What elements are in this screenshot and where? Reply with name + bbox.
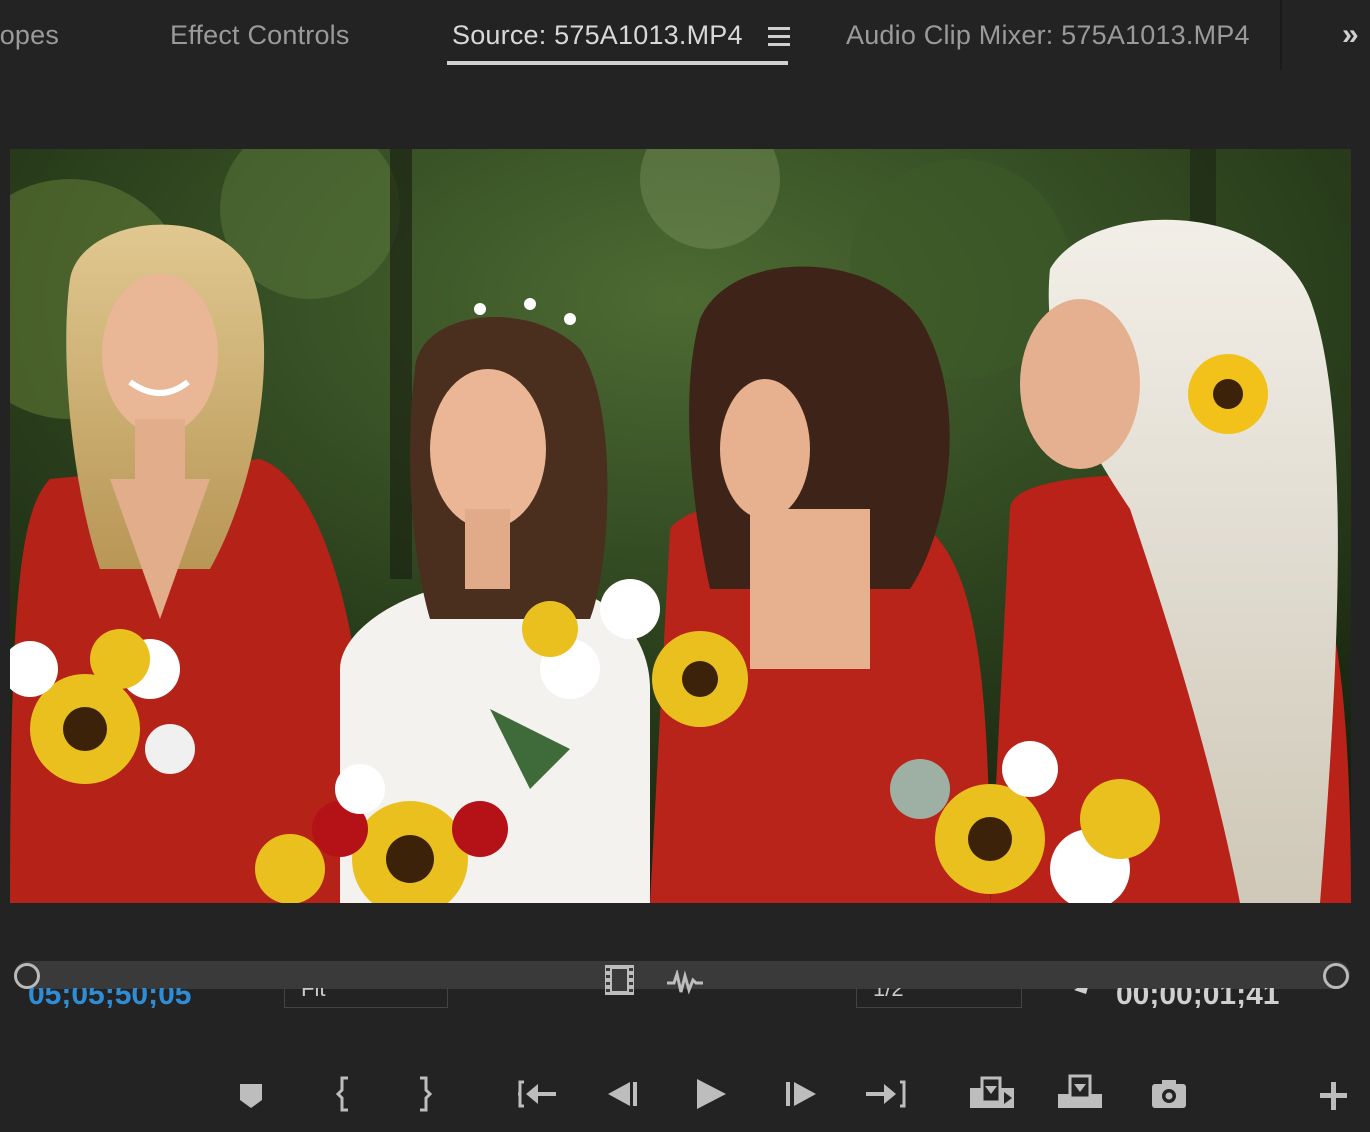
panel-tab-bar: copes Effect Controls Source: 575A1013.M… [0, 0, 1370, 70]
mark-in-icon[interactable] [336, 1074, 352, 1114]
fit-dropdown[interactable]: Fit [284, 988, 448, 1008]
insert-icon[interactable] [968, 1074, 1016, 1114]
hamburger-menu-icon[interactable] [768, 27, 790, 47]
duration-timecode: 00;00;01;41 [1116, 988, 1280, 1008]
play-icon[interactable] [694, 1074, 728, 1114]
source-monitor-video-frame[interactable] [10, 149, 1351, 903]
tab-audio-clip-mixer[interactable]: Audio Clip Mixer: 575A1013.MP4 [846, 20, 1250, 51]
button-editor-plus-icon[interactable] [1318, 1074, 1350, 1114]
go-to-out-icon[interactable] [866, 1074, 906, 1114]
tab-effect-controls[interactable]: Effect Controls [170, 20, 350, 51]
drag-video-only-icon[interactable] [604, 964, 635, 996]
step-forward-icon[interactable] [784, 1074, 818, 1114]
tab-source[interactable]: Source: 575A1013.MP4 [452, 20, 743, 51]
export-frame-icon[interactable] [1150, 1074, 1188, 1114]
chevron-double-right-icon[interactable]: » [1342, 18, 1359, 52]
scroll-bar-left-handle[interactable] [14, 963, 40, 989]
tab-divider [1280, 0, 1282, 70]
scroll-bar-right-handle[interactable] [1323, 963, 1349, 989]
video-frame-image [10, 149, 1351, 903]
overwrite-icon[interactable] [1056, 1074, 1104, 1114]
step-back-icon[interactable] [606, 1074, 640, 1114]
playback-resolution-dropdown[interactable]: 1/2 [856, 988, 1022, 1008]
go-to-in-icon[interactable] [518, 1074, 558, 1114]
drag-audio-only-icon[interactable] [666, 970, 704, 996]
settings-wrench-icon[interactable] [1072, 988, 1092, 1008]
add-marker-icon[interactable] [238, 1074, 264, 1114]
active-tab-indicator [447, 61, 788, 65]
mark-out-icon[interactable] [416, 1074, 432, 1114]
tab-scopes[interactable]: copes [0, 20, 59, 51]
playhead-timecode[interactable]: 05;05;50;05 [28, 988, 228, 1008]
